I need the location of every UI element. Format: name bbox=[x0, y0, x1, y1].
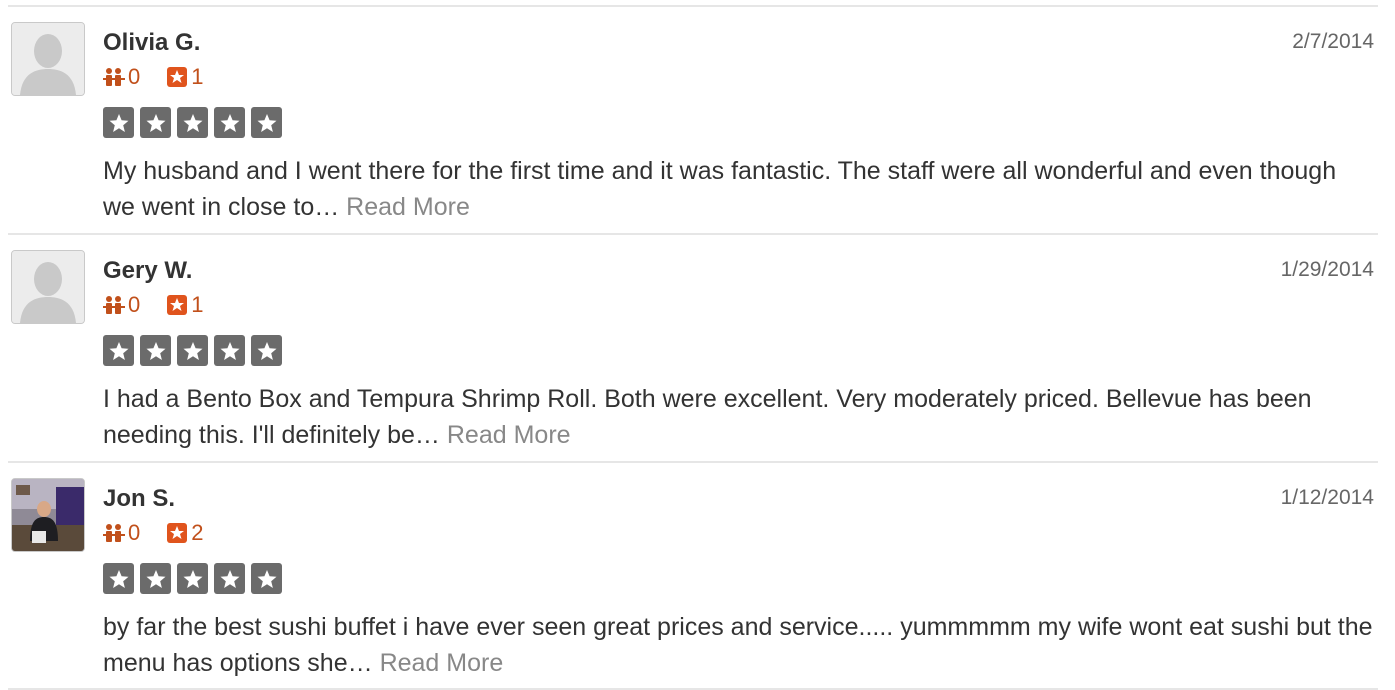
user-photo-avatar[interactable] bbox=[11, 478, 85, 552]
review-text: by far the best sushi buffet i have ever… bbox=[103, 609, 1373, 681]
friends-stat: 0 bbox=[103, 520, 140, 546]
star-icon bbox=[251, 335, 282, 366]
read-more-link[interactable]: Read More bbox=[346, 193, 470, 221]
star-rating bbox=[103, 563, 288, 594]
review-count: 1 bbox=[191, 292, 204, 317]
star-icon bbox=[140, 563, 171, 594]
reviewer-name[interactable]: Jon S. bbox=[103, 483, 175, 515]
star-icon bbox=[103, 107, 134, 138]
star-icon bbox=[103, 563, 134, 594]
friends-stat: 0 bbox=[103, 292, 140, 318]
reviewer-stats: 0 1 bbox=[103, 63, 230, 91]
reviewer-name[interactable]: Gery W. bbox=[103, 255, 192, 287]
star-icon bbox=[214, 107, 245, 138]
review-star-icon bbox=[167, 523, 188, 543]
friends-stat: 0 bbox=[103, 64, 140, 90]
star-icon bbox=[177, 107, 208, 138]
star-icon bbox=[140, 107, 171, 138]
star-icon bbox=[177, 335, 208, 366]
reviewer-stats: 0 1 bbox=[103, 291, 230, 319]
star-icon bbox=[251, 563, 282, 594]
review-count-stat: 1 bbox=[166, 64, 204, 90]
star-icon bbox=[177, 563, 208, 594]
reviews-list: Olivia G. 2/7/2014 0 1 My husband and I … bbox=[0, 0, 1395, 690]
review-date: 2/7/2014 bbox=[1292, 30, 1374, 53]
star-rating bbox=[103, 335, 288, 366]
review-item: Jon S. 1/12/2014 0 2 by far the best sus… bbox=[0, 463, 1395, 690]
review-item: Gery W. 1/29/2014 0 1 I had a Bento Box … bbox=[0, 235, 1395, 463]
review-text: My husband and I went there for the firs… bbox=[103, 153, 1373, 225]
friends-count: 0 bbox=[128, 292, 141, 317]
read-more-link[interactable]: Read More bbox=[380, 649, 504, 677]
review-star-icon bbox=[167, 67, 188, 87]
review-date: 1/29/2014 bbox=[1280, 258, 1374, 281]
review-snippet: I had a Bento Box and Tempura Shrimp Rol… bbox=[103, 385, 1312, 449]
reviewer-stats: 0 2 bbox=[103, 519, 230, 547]
review-count: 2 bbox=[191, 520, 204, 545]
review-text: I had a Bento Box and Tempura Shrimp Rol… bbox=[103, 381, 1373, 453]
review-count-stat: 2 bbox=[166, 520, 204, 546]
star-icon bbox=[214, 563, 245, 594]
star-icon bbox=[140, 335, 171, 366]
read-more-link[interactable]: Read More bbox=[447, 421, 571, 449]
friends-icon bbox=[103, 68, 125, 86]
review-count-stat: 1 bbox=[166, 292, 204, 318]
default-avatar-icon[interactable] bbox=[11, 250, 85, 324]
friends-icon bbox=[103, 296, 125, 314]
reviewer-name[interactable]: Olivia G. bbox=[103, 27, 200, 59]
friends-count: 0 bbox=[128, 64, 141, 89]
star-icon bbox=[251, 107, 282, 138]
star-rating bbox=[103, 107, 288, 138]
review-snippet: My husband and I went there for the firs… bbox=[103, 157, 1337, 221]
friends-icon bbox=[103, 524, 125, 542]
friends-count: 0 bbox=[128, 520, 141, 545]
review-star-icon bbox=[167, 295, 188, 315]
review-date: 1/12/2014 bbox=[1280, 486, 1374, 509]
review-snippet: by far the best sushi buffet i have ever… bbox=[103, 613, 1373, 677]
default-avatar-icon[interactable] bbox=[11, 22, 85, 96]
star-icon bbox=[214, 335, 245, 366]
review-count: 1 bbox=[191, 64, 204, 89]
review-item: Olivia G. 2/7/2014 0 1 My husband and I … bbox=[0, 7, 1395, 235]
star-icon bbox=[103, 335, 134, 366]
